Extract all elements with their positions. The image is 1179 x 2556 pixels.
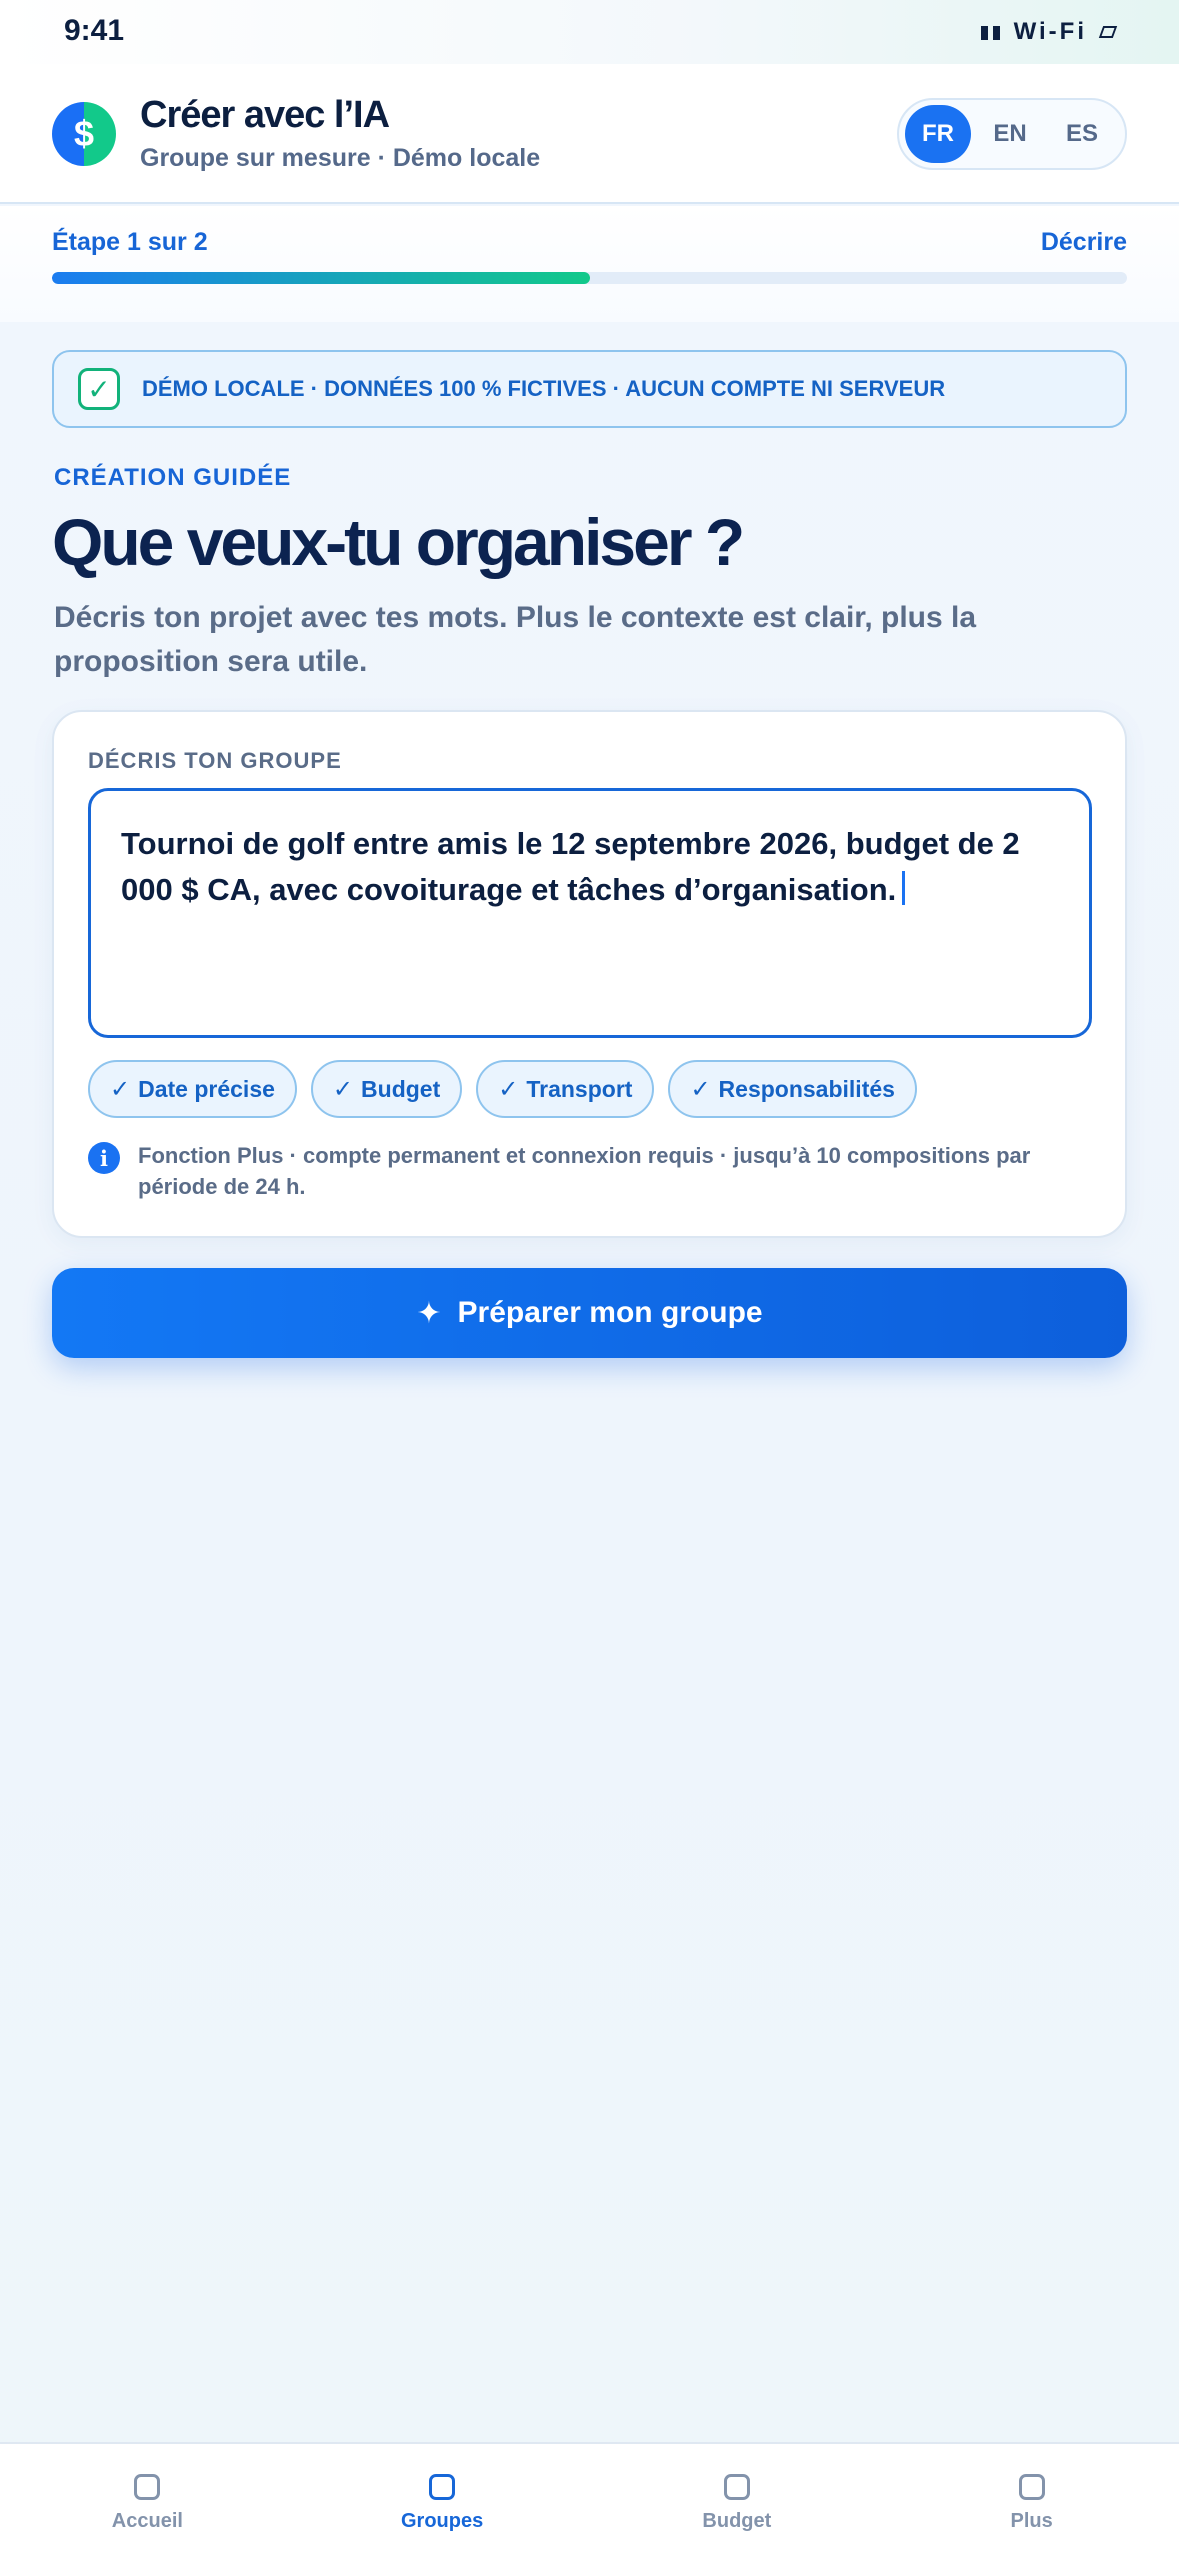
language-en-button[interactable]: EN [977, 105, 1043, 163]
tab-label: Groupes [401, 2510, 484, 2532]
signal-icon [980, 24, 1000, 40]
progress-fill [52, 272, 590, 284]
chip-responsibilities[interactable]: ✓ Responsabilités [668, 1060, 917, 1118]
info-icon: i [88, 1142, 120, 1174]
language-switcher: FR EN ES [897, 98, 1127, 170]
bottom-tab-bar: Accueil Groupes Budget Plus [0, 2442, 1179, 2556]
text-caret [902, 871, 906, 905]
plus-feature-text: Fonction Plus · compte permanent et conn… [138, 1143, 1031, 1199]
tab-label: Plus [1010, 2510, 1053, 2532]
home-tab-icon [134, 2474, 161, 2500]
app-logo: $ [52, 102, 116, 166]
demo-banner-text: DÉMO LOCALE · DONNÉES 100 % FICTIVES · A… [142, 376, 946, 401]
checkbox-check-icon: ✓ [78, 368, 120, 410]
app-header: $ Créer avec l’IA Groupe sur mesure · Dé… [0, 64, 1179, 204]
check-icon: ✓ [498, 1075, 519, 1103]
prepare-group-button[interactable]: ✦ Préparer mon groupe [52, 1268, 1127, 1358]
chip-label: Date précise [138, 1075, 275, 1102]
step-label: Étape 1 sur 2 [52, 228, 208, 256]
page-title: Que veux-tu organiser ? [52, 505, 745, 579]
battery-icon [1098, 26, 1118, 38]
status-bar: 9:41 Wi-Fi [0, 0, 1179, 64]
tab-label: Accueil [111, 2510, 183, 2532]
language-fr-button[interactable]: FR [905, 105, 971, 163]
chip-transport[interactable]: ✓ Transport [476, 1060, 655, 1118]
chip-label: Budget [361, 1075, 441, 1102]
tab-accueil[interactable]: Accueil [0, 2444, 295, 2556]
budget-tab-icon [723, 2474, 750, 2500]
check-icon: ✓ [332, 1075, 354, 1103]
header-subtitle: Groupe sur mesure · Démo locale [140, 144, 541, 172]
step-name: Décrire [1040, 228, 1127, 256]
progress-bar [52, 272, 1127, 284]
chip-label: Transport [526, 1075, 633, 1102]
plus-feature-note: i Fonction Plus · compte permanent et co… [88, 1140, 1088, 1202]
demo-banner: ✓ DÉMO LOCALE · DONNÉES 100 % FICTIVES ·… [52, 350, 1127, 428]
network-label: Wi-Fi [1013, 18, 1087, 45]
textarea-value: Tournoi de golf entre amis le 12 septemb… [121, 826, 1020, 907]
tab-budget[interactable]: Budget [590, 2444, 885, 2556]
sparkle-icon: ✦ [416, 1296, 442, 1330]
dollar-icon: $ [73, 113, 95, 154]
groups-tab-icon [429, 2474, 456, 2500]
step-progress: Étape 1 sur 2 Décrire [0, 206, 1179, 322]
chip-date[interactable]: ✓ Date précise [88, 1060, 297, 1118]
hint-chips: ✓ Date précise ✓ Budget ✓ Transport ✓ Re… [88, 1060, 917, 1118]
tab-plus[interactable]: Plus [884, 2444, 1179, 2556]
check-icon: ✓ [690, 1075, 711, 1103]
status-indicators: Wi-Fi [980, 18, 1118, 46]
tab-groupes[interactable]: Groupes [295, 2444, 590, 2556]
language-es-button[interactable]: ES [1049, 105, 1115, 163]
page-description: Décris ton projet avec tes mots. Plus le… [54, 601, 977, 678]
section-eyebrow: CRÉATION GUIDÉE [54, 464, 292, 491]
chip-budget[interactable]: ✓ Budget [310, 1060, 463, 1118]
group-description-textarea[interactable]: Tournoi de golf entre amis le 12 septemb… [88, 788, 1092, 1038]
check-icon: ✓ [110, 1075, 131, 1103]
more-tab-icon [1018, 2474, 1045, 2500]
status-time: 9:41 [64, 14, 125, 47]
tab-label: Budget [702, 2510, 772, 2532]
describe-group-label: DÉCRIS TON GROUPE [88, 748, 342, 773]
describe-group-card: DÉCRIS TON GROUPE Tournoi de golf entre … [52, 710, 1127, 1238]
prepare-group-label: Préparer mon groupe [457, 1296, 763, 1329]
chip-label: Responsabilités [718, 1075, 895, 1102]
header-title: Créer avec l’IA [140, 94, 390, 136]
